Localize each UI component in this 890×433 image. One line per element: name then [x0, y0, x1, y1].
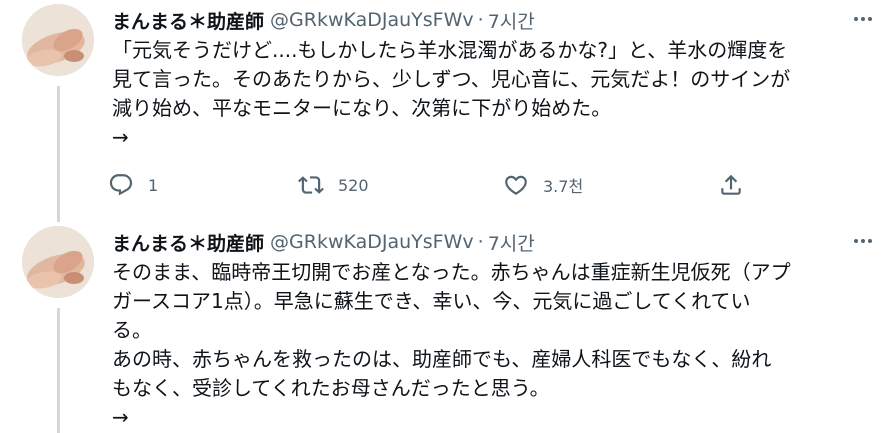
heart-icon	[505, 175, 527, 195]
tweet[interactable]: まんまる＊助産師 @GRkwKaDJauYsFWv · 7시간 そのまま、臨時帝…	[0, 222, 890, 433]
like-button[interactable]: 3.7천	[503, 168, 583, 202]
retweet-button[interactable]: 520	[298, 168, 369, 202]
like-count: 3.7천	[543, 177, 584, 196]
reply-icon	[109, 174, 133, 196]
more-options-icon[interactable]	[850, 10, 876, 28]
reply-count: 1	[148, 175, 159, 195]
author-name[interactable]: まんまる＊助産師	[112, 7, 264, 34]
separator: ·	[477, 231, 484, 253]
avatar[interactable]	[22, 226, 94, 298]
retweet-icon	[298, 176, 324, 194]
separator: ·	[477, 9, 484, 31]
reply-button[interactable]: 1	[108, 168, 158, 202]
author-handle[interactable]: @GRkwKaDJauYsFWv	[270, 231, 474, 253]
author-handle[interactable]: @GRkwKaDJauYsFWv	[270, 9, 474, 31]
tweet-text: 「元気そうだけど....もしかしたら羊水混濁があるかな?」と、羊水の輝度を 見て…	[112, 38, 791, 149]
retweet-count: 520	[338, 175, 369, 195]
tweet-actions: 1 520 3.7천	[108, 168, 748, 202]
more-options-icon[interactable]	[850, 232, 876, 250]
tweet[interactable]: まんまる＊助産師 @GRkwKaDJauYsFWv · 7시간 「元気そうだけど…	[0, 0, 890, 222]
timestamp[interactable]: 7시간	[488, 7, 535, 34]
timestamp[interactable]: 7시간	[488, 229, 535, 256]
avatar-image	[22, 226, 94, 298]
avatar-image	[22, 4, 94, 76]
thread-line	[57, 308, 60, 433]
tweet-header: まんまる＊助産師 @GRkwKaDJauYsFWv · 7시간	[112, 228, 535, 256]
avatar[interactable]	[22, 4, 94, 76]
share-icon	[721, 174, 741, 195]
tweet-text: そのまま、臨時帝王切開でお産となった。赤ちゃんは重症新生児仮死（アプ ガースコア…	[112, 260, 791, 429]
share-button[interactable]	[718, 168, 744, 202]
author-name[interactable]: まんまる＊助産師	[112, 229, 264, 256]
thread-line	[57, 86, 60, 222]
tweet-header: まんまる＊助産師 @GRkwKaDJauYsFWv · 7시간	[112, 6, 535, 34]
